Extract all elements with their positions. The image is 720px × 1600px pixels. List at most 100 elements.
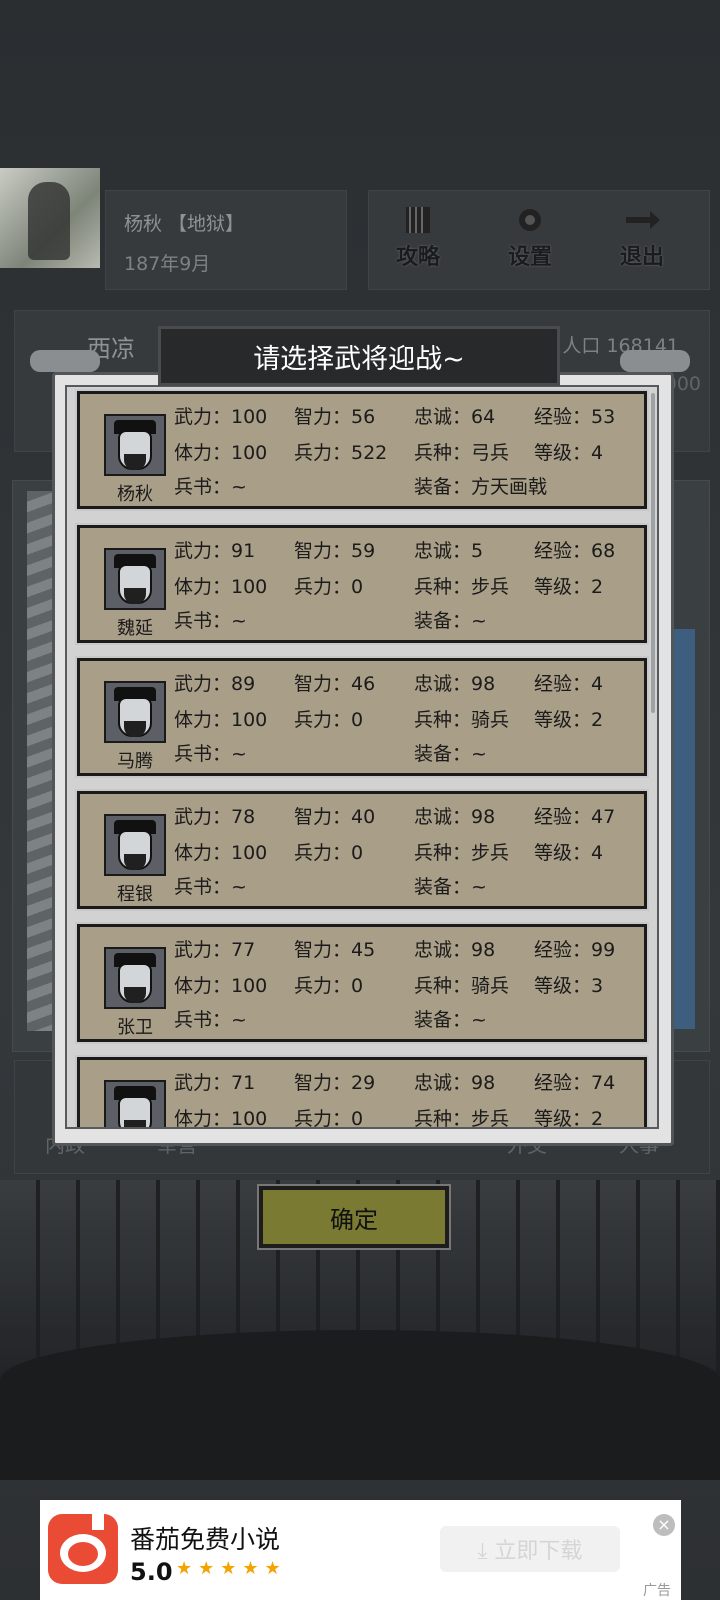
stat-zhuangbei: 装备：~ — [414, 743, 487, 765]
exit-icon — [626, 211, 660, 229]
stat-zhuangbei: 装备：~ — [414, 1009, 487, 1031]
stat-tili: 体力：100 — [174, 1108, 268, 1129]
general-select-dialog: 杨秋 武力：100 智力：56 忠诚：64 经验：53 体力：100 兵力：522 兵种：弓兵… — [52, 372, 674, 1146]
exit-label: 退出 — [619, 245, 664, 270]
general-card[interactable]: 武力：71 智力：29 忠诚：98 经验：74 体力：100 兵力：0 兵种：步兵 等级：2 — [75, 1055, 649, 1129]
general-portrait — [104, 548, 166, 610]
stat-jingyan: 经验：99 — [534, 939, 616, 961]
stat-zhili: 智力：40 — [294, 806, 376, 828]
title-ornament-right — [620, 350, 690, 372]
general-portrait — [104, 814, 166, 876]
ad-close-button[interactable]: × — [653, 1514, 675, 1536]
stat-zhongcheng: 忠诚：98 — [414, 673, 496, 695]
ad-title: 番茄免费小说 — [130, 1525, 281, 1554]
exit-button[interactable]: 退出 — [607, 205, 677, 281]
player-name: 杨秋 【地狱】 — [124, 213, 245, 235]
general-card[interactable]: 杨秋 武力：100 智力：56 忠诚：64 经验：53 体力：100 兵力：522 兵种：弓兵… — [75, 389, 649, 511]
dialog-title: 请选择武将迎战~ — [158, 326, 560, 386]
stat-jingyan: 经验：4 — [534, 673, 604, 695]
stat-tili: 体力：100 — [174, 442, 268, 464]
general-card[interactable]: 张卫 武力：77 智力：45 忠诚：98 经验：99 体力：100 兵力：0 兵种：骑兵 等级：… — [75, 922, 649, 1044]
stat-bingshu: 兵书：~ — [174, 1009, 247, 1031]
stat-dengji: 等级：4 — [534, 442, 604, 464]
stat-dengji: 等级：2 — [534, 709, 604, 731]
stat-bingli: 兵力：0 — [294, 842, 364, 864]
player-avatar[interactable] — [0, 168, 100, 268]
stat-tili: 体力：100 — [174, 842, 268, 864]
general-card[interactable]: 魏延 武力：91 智力：59 忠诚：5 经验：68 体力：100 兵力：0 兵种：步兵 等级：2… — [75, 523, 649, 645]
stat-zhili: 智力：45 — [294, 939, 376, 961]
strategy-label: 攻略 — [395, 245, 440, 270]
stat-zhuangbei: 装备：~ — [414, 610, 487, 632]
general-portrait — [104, 1080, 166, 1127]
download-button[interactable]: ⤓ 立即下载 — [440, 1526, 620, 1572]
scrollbar[interactable] — [651, 393, 655, 713]
stat-tili: 体力：100 — [174, 576, 268, 598]
general-name: 程银 — [117, 884, 153, 905]
stat-dengji: 等级：2 — [534, 1108, 604, 1129]
stat-bingshu: 兵书：~ — [174, 610, 247, 632]
stat-bingzhong: 兵种：步兵 — [414, 1108, 510, 1129]
stat-zhili: 智力：59 — [294, 540, 376, 562]
general-name: 杨秋 — [117, 484, 153, 505]
stat-zhili: 智力：46 — [294, 673, 376, 695]
top-menu-panel: 攻略 设置 退出 — [368, 190, 710, 290]
stat-jingyan: 经验：68 — [534, 540, 616, 562]
general-portrait — [104, 414, 166, 476]
stat-tili: 体力：100 — [174, 709, 268, 731]
stat-zhongcheng: 忠诚：5 — [414, 540, 484, 562]
stat-bingzhong: 兵种：步兵 — [414, 842, 510, 864]
strategy-icon — [406, 207, 430, 233]
ad-rating: 5.0 — [130, 1558, 173, 1586]
stat-dengji: 等级：3 — [534, 975, 604, 997]
general-portrait — [104, 947, 166, 1009]
stat-bingli: 兵力：0 — [294, 975, 364, 997]
stat-wuli: 武力：100 — [174, 406, 268, 428]
stat-bingshu: 兵书：~ — [174, 476, 247, 498]
general-portrait — [104, 681, 166, 743]
general-list[interactable]: 杨秋 武力：100 智力：56 忠诚：64 经验：53 体力：100 兵力：522 兵种：弓兵… — [65, 385, 659, 1129]
player-info-panel: 杨秋 【地狱】 187年9月 — [105, 190, 347, 290]
stat-dengji: 等级：4 — [534, 842, 604, 864]
ad-banner[interactable]: 番茄免费小说 5.0 ★★★★★ ⤓ 立即下载 × 广告 — [40, 1500, 681, 1600]
stat-bingshu: 兵书：~ — [174, 743, 247, 765]
stat-zhongcheng: 忠诚：64 — [414, 406, 496, 428]
general-name: 魏延 — [117, 618, 153, 639]
stat-bingli: 兵力：522 — [294, 442, 388, 464]
stat-bingshu: 兵书：~ — [174, 876, 247, 898]
stat-zhongcheng: 忠诚：98 — [414, 939, 496, 961]
settings-label: 设置 — [507, 245, 552, 270]
strategy-button[interactable]: 攻略 — [383, 205, 453, 281]
stat-bingli: 兵力：0 — [294, 709, 364, 731]
general-card[interactable]: 马腾 武力：89 智力：46 忠诚：98 经验：4 体力：100 兵力：0 兵种：骑兵 等级：2… — [75, 656, 649, 778]
stat-dengji: 等级：2 — [534, 576, 604, 598]
stat-wuli: 武力：89 — [174, 673, 256, 695]
gear-icon — [519, 209, 541, 231]
general-name: 马腾 — [117, 751, 153, 772]
settings-button[interactable]: 设置 — [495, 205, 565, 281]
stat-wuli: 武力：71 — [174, 1072, 256, 1094]
stat-wuli: 武力：91 — [174, 540, 256, 562]
confirm-button[interactable]: 确定 — [257, 1184, 451, 1250]
stat-bingzhong: 兵种：骑兵 — [414, 975, 510, 997]
stat-tili: 体力：100 — [174, 975, 268, 997]
stat-zhili: 智力：56 — [294, 406, 376, 428]
stat-jingyan: 经验：53 — [534, 406, 616, 428]
stat-jingyan: 经验：47 — [534, 806, 616, 828]
stat-jingyan: 经验：74 — [534, 1072, 616, 1094]
stat-wuli: 武力：78 — [174, 806, 256, 828]
stat-bingli: 兵力：0 — [294, 576, 364, 598]
stat-zhongcheng: 忠诚：98 — [414, 806, 496, 828]
app-icon — [48, 1514, 118, 1584]
general-name: 张卫 — [117, 1017, 153, 1038]
stat-wuli: 武力：77 — [174, 939, 256, 961]
stat-bingzhong: 兵种：弓兵 — [414, 442, 510, 464]
stat-bingzhong: 兵种：步兵 — [414, 576, 510, 598]
stat-zhuangbei: 装备：~ — [414, 876, 487, 898]
rating-stars: ★★★★★ — [176, 1558, 287, 1579]
ad-label: 广告 — [643, 1583, 671, 1599]
general-card[interactable]: 程银 武力：78 智力：40 忠诚：98 经验：47 体力：100 兵力：0 兵种：步兵 等级：… — [75, 789, 649, 911]
stat-zhili: 智力：29 — [294, 1072, 376, 1094]
stat-zhuangbei: 装备：方天画戟 — [414, 476, 548, 498]
stat-zhongcheng: 忠诚：98 — [414, 1072, 496, 1094]
